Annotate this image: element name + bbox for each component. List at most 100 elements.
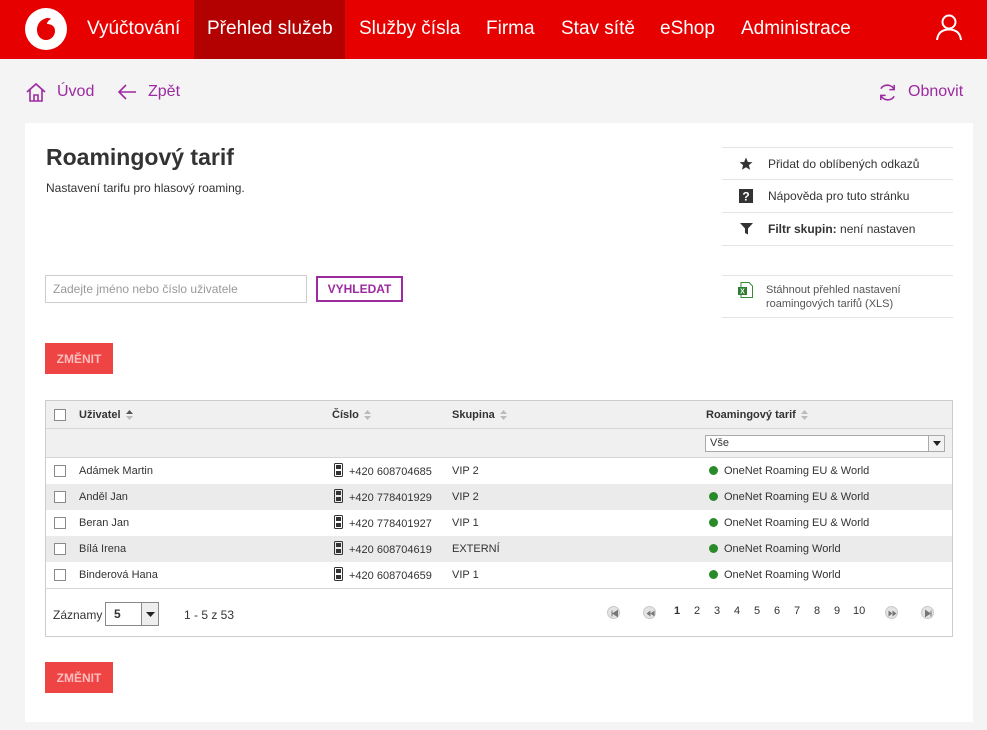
user-search-input[interactable] bbox=[45, 275, 307, 303]
page-number-current[interactable]: 1 bbox=[674, 605, 680, 617]
download-xls-link[interactable]: X Stáhnout přehled nastavení roamingových… bbox=[722, 275, 953, 318]
nav-item-eshop[interactable]: eShop bbox=[647, 0, 728, 59]
row-checkbox[interactable] bbox=[54, 491, 66, 503]
add-to-favorites-link[interactable]: Přidat do oblíbených odkazů bbox=[722, 147, 953, 180]
next-page-icon bbox=[888, 610, 897, 617]
nav-item-number-services[interactable]: Služby čísla bbox=[346, 0, 473, 59]
back-link-label: Zpět bbox=[148, 83, 181, 100]
users-table: Uživatel Číslo Skupina Roamingový tarif … bbox=[45, 400, 953, 637]
filter-icon bbox=[739, 223, 753, 235]
svg-text:X: X bbox=[740, 289, 745, 296]
records-label: Záznamy bbox=[53, 608, 103, 622]
page-help-label: Nápověda pro tuto stránku bbox=[768, 189, 910, 203]
page-number[interactable]: 6 bbox=[774, 605, 780, 617]
column-header-group[interactable]: Skupina bbox=[452, 409, 507, 421]
row-group: EXTERNÍ bbox=[452, 543, 500, 555]
row-number: +420 778401927 bbox=[334, 515, 432, 530]
page-size-value: 5 bbox=[114, 607, 121, 621]
excel-file-icon: X bbox=[738, 282, 753, 298]
sort-icon bbox=[800, 410, 808, 420]
column-header-group-label: Skupina bbox=[452, 409, 495, 421]
back-link[interactable]: Zpět bbox=[116, 78, 180, 106]
row-checkbox[interactable] bbox=[54, 517, 66, 529]
refresh-icon bbox=[880, 83, 895, 101]
previous-page-button[interactable] bbox=[643, 606, 656, 619]
nav-item-services-overview[interactable]: Přehled služeb bbox=[194, 0, 345, 59]
page-number[interactable]: 4 bbox=[734, 605, 740, 617]
select-all-checkbox[interactable] bbox=[54, 409, 66, 421]
page-number[interactable]: 9 bbox=[834, 605, 840, 617]
row-checkbox[interactable] bbox=[54, 543, 66, 555]
sort-icon bbox=[125, 410, 133, 420]
status-dot bbox=[709, 518, 718, 527]
page-subtitle: Nastavení tarifu pro hlasový roaming. bbox=[46, 181, 245, 195]
mobile-phone-icon bbox=[334, 567, 343, 581]
tariff-filter-value: Vše bbox=[710, 437, 729, 449]
group-filter-label: Filtr skupin: bbox=[768, 222, 837, 236]
page-number[interactable]: 7 bbox=[794, 605, 800, 617]
column-header-user-label: Uživatel bbox=[79, 409, 121, 421]
tariff-filter-select[interactable]: Vše bbox=[705, 435, 945, 452]
page-help-link[interactable]: ? Nápověda pro tuto stránku bbox=[722, 180, 953, 213]
table-row[interactable]: Anděl Jan +420 778401929 VIP 2 OneNet Ro… bbox=[46, 484, 952, 510]
row-checkbox[interactable] bbox=[54, 465, 66, 477]
content-panel: Roamingový tarif Nastavení tarifu pro hl… bbox=[25, 123, 973, 722]
add-to-favorites-label: Přidat do oblíbených odkazů bbox=[768, 156, 920, 171]
change-button-top[interactable]: ZMĚNIT bbox=[45, 343, 113, 374]
page-title: Roamingový tarif bbox=[46, 144, 234, 170]
group-filter-link[interactable]: Filtr skupin: není nastaven bbox=[722, 213, 953, 246]
table-row[interactable]: Bílá Irena +420 608704619 EXTERNÍ OneNet… bbox=[46, 536, 952, 562]
column-header-tariff[interactable]: Roamingový tarif bbox=[706, 409, 808, 421]
vodafone-logo[interactable] bbox=[25, 8, 67, 50]
row-tariff: OneNet Roaming World bbox=[709, 569, 841, 581]
column-header-number-label: Číslo bbox=[332, 409, 359, 421]
last-page-icon bbox=[925, 609, 932, 618]
top-navigation-bar: Vyúčtování Přehled služeb Služby čísla F… bbox=[0, 0, 987, 59]
download-xls-line2: roamingových tarifů (XLS) bbox=[766, 297, 894, 310]
table-pager: Záznamy 5 1 - 5 z 53 1 2 3 4 5 6 7 8 9 1… bbox=[46, 588, 952, 636]
column-header-user[interactable]: Uživatel bbox=[79, 409, 133, 421]
row-group: VIP 1 bbox=[452, 569, 479, 581]
nav-item-billing[interactable]: Vyúčtování bbox=[74, 0, 193, 59]
table-row[interactable]: Adámek Martin +420 608704685 VIP 2 OneNe… bbox=[46, 458, 952, 484]
column-header-number[interactable]: Číslo bbox=[332, 409, 371, 421]
row-user: Binderová Hana bbox=[79, 569, 158, 581]
row-group: VIP 2 bbox=[452, 465, 479, 477]
nav-item-network-status[interactable]: Stav sítě bbox=[548, 0, 648, 59]
page-number[interactable]: 3 bbox=[714, 605, 720, 617]
page-number[interactable]: 2 bbox=[694, 605, 700, 617]
row-number: +420 778401929 bbox=[334, 489, 432, 504]
next-page-button[interactable] bbox=[885, 606, 898, 619]
chevron-down-icon bbox=[146, 612, 155, 617]
user-account-icon[interactable] bbox=[934, 12, 964, 42]
help-icon: ? bbox=[739, 189, 753, 203]
page-number[interactable]: 8 bbox=[814, 605, 820, 617]
nav-item-company[interactable]: Firma bbox=[473, 0, 548, 59]
table-row[interactable]: Beran Jan +420 778401927 VIP 1 OneNet Ro… bbox=[46, 510, 952, 536]
home-link[interactable]: Úvod bbox=[25, 78, 94, 106]
row-checkbox[interactable] bbox=[54, 569, 66, 581]
table-filter-row: Vše bbox=[46, 429, 952, 458]
home-link-label: Úvod bbox=[57, 83, 95, 100]
search-button[interactable]: VYHLEDAT bbox=[316, 276, 403, 302]
previous-page-icon bbox=[646, 610, 655, 617]
row-number: +420 608704685 bbox=[334, 463, 432, 478]
row-group: VIP 2 bbox=[452, 491, 479, 503]
first-page-button[interactable] bbox=[607, 606, 620, 619]
column-header-tariff-label: Roamingový tarif bbox=[706, 409, 796, 421]
table-header: Uživatel Číslo Skupina Roamingový tarif bbox=[46, 401, 952, 429]
speech-mark-icon bbox=[37, 18, 55, 40]
page-number[interactable]: 5 bbox=[754, 605, 760, 617]
side-links: Přidat do oblíbených odkazů ? Nápověda p… bbox=[722, 147, 953, 246]
row-tariff: OneNet Roaming World bbox=[709, 543, 841, 555]
row-tariff: OneNet Roaming EU & World bbox=[709, 517, 869, 529]
last-page-button[interactable] bbox=[921, 606, 934, 619]
page-size-select[interactable]: 5 bbox=[105, 602, 159, 626]
page-number[interactable]: 10 bbox=[853, 605, 865, 617]
nav-item-administration[interactable]: Administrace bbox=[728, 0, 864, 59]
status-dot bbox=[709, 492, 718, 501]
records-range: 1 - 5 z 53 bbox=[184, 608, 235, 622]
change-button-bottom[interactable]: ZMĚNIT bbox=[45, 662, 113, 693]
refresh-link[interactable]: Obnovit bbox=[877, 78, 963, 106]
table-row[interactable]: Binderová Hana +420 608704659 VIP 1 OneN… bbox=[46, 562, 952, 588]
